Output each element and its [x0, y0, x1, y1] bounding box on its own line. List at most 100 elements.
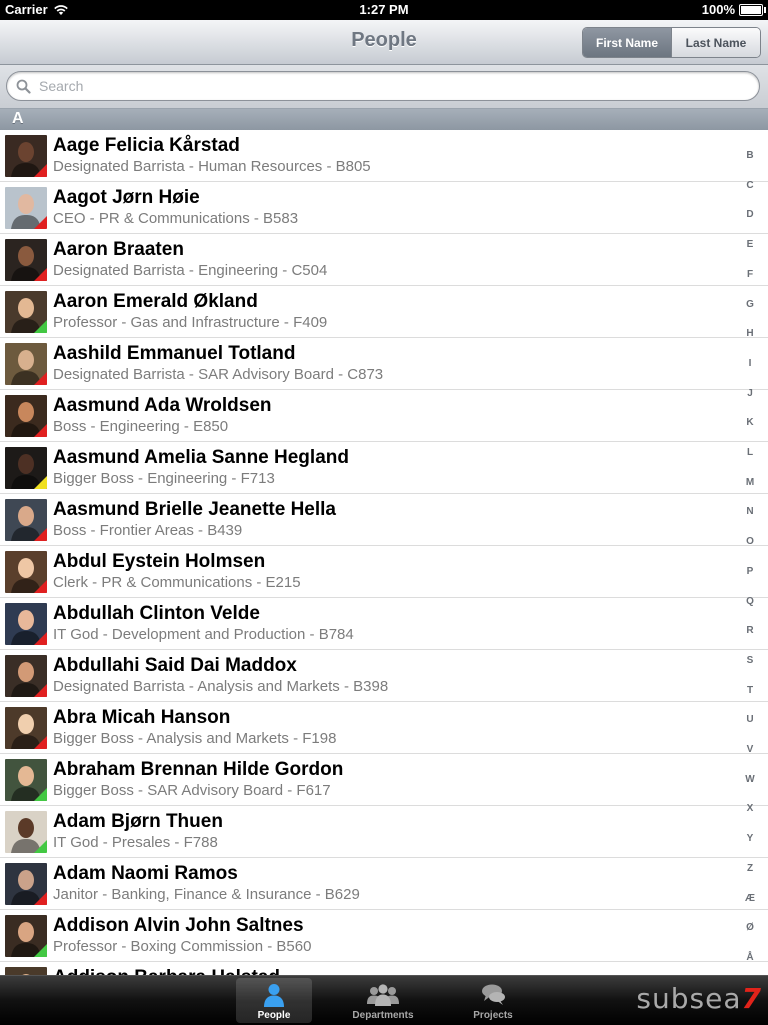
person-name: Aaron Braaten — [53, 239, 184, 260]
avatar — [5, 759, 47, 801]
tab-people[interactable]: People — [236, 978, 312, 1023]
person-detail: IT God - Presales - F788 — [53, 834, 218, 851]
avatar — [5, 967, 47, 975]
avatar — [5, 395, 47, 437]
person-row[interactable]: Aage Felicia Kårstad Designated Barrista … — [0, 130, 768, 182]
status-indicator — [34, 840, 47, 853]
person-name: Aage Felicia Kårstad — [53, 135, 240, 156]
index-letter[interactable]: C — [736, 180, 764, 191]
tab-projects[interactable]: Projects — [455, 978, 531, 1023]
person-row[interactable]: Adam Naomi Ramos Janitor - Banking, Finan… — [0, 858, 768, 910]
logo-number: 7 — [741, 982, 762, 1015]
avatar — [5, 811, 47, 853]
index-letter[interactable]: G — [736, 299, 764, 310]
status-indicator — [34, 372, 47, 385]
avatar — [5, 707, 47, 749]
person-detail: Boss - Frontier Areas - B439 — [53, 522, 243, 539]
person-row[interactable]: Addison Barbara Halstad — [0, 962, 768, 975]
tab-bar: People Departments Projects subsea7 — [0, 975, 768, 1025]
person-name: Adam Bjørn Thuen — [53, 811, 223, 832]
index-letter[interactable]: R — [736, 625, 764, 636]
person-name: Addison Alvin John Saltnes — [53, 915, 304, 936]
person-name: Abra Micah Hanson — [53, 707, 231, 728]
status-indicator — [34, 580, 47, 593]
person-name: Abdullah Clinton Velde — [53, 603, 260, 624]
person-row[interactable]: Aaron Braaten Designated Barrista - Engin… — [0, 234, 768, 286]
person-row[interactable]: Addison Alvin John Saltnes Professor - Bo… — [0, 910, 768, 962]
search-input[interactable] — [37, 77, 721, 95]
person-row[interactable]: Aasmund Amelia Sanne Hegland Bigger Boss … — [0, 442, 768, 494]
search-bar — [0, 65, 768, 109]
index-letter[interactable]: I — [736, 358, 764, 369]
tab-departments[interactable]: Departments — [345, 978, 421, 1023]
person-row[interactable]: Aasmund Ada Wroldsen Boss - Engineering -… — [0, 390, 768, 442]
index-letter[interactable]: Ø — [736, 922, 764, 933]
person-name: Abraham Brennan Hilde Gordon — [53, 759, 344, 780]
index-letter[interactable]: K — [736, 417, 764, 428]
index-letter[interactable]: Q — [736, 596, 764, 607]
index-letter[interactable]: V — [736, 744, 764, 755]
avatar — [5, 551, 47, 593]
status-indicator — [34, 788, 47, 801]
person-name: Aasmund Ada Wroldsen — [53, 395, 272, 416]
person-detail: Bigger Boss - Analysis and Markets - F19… — [53, 730, 337, 747]
avatar — [5, 135, 47, 177]
person-detail: Boss - Engineering - E850 — [53, 418, 229, 435]
index-letter[interactable]: T — [736, 685, 764, 696]
sort-last-name-button[interactable]: Last Name — [671, 28, 760, 57]
group-icon — [367, 984, 399, 1006]
avatar — [5, 187, 47, 229]
person-detail: IT God - Development and Production - B7… — [53, 626, 354, 643]
tab-departments-label: Departments — [352, 1010, 414, 1021]
index-letter[interactable]: N — [736, 506, 764, 517]
person-row[interactable]: Aasmund Brielle Jeanette Hella Boss - Fro… — [0, 494, 768, 546]
index-letter[interactable]: Z — [736, 863, 764, 874]
person-row[interactable]: Aaron Emerald Økland Professor - Gas and … — [0, 286, 768, 338]
person-row[interactable]: Abdul Eystein Holmsen Clerk - PR & Commun… — [0, 546, 768, 598]
index-letter[interactable]: Å — [736, 952, 764, 963]
status-indicator — [34, 424, 47, 437]
person-name: Adam Naomi Ramos — [53, 863, 238, 884]
person-icon — [264, 984, 284, 1007]
avatar — [5, 655, 47, 697]
index-letter[interactable]: J — [736, 388, 764, 399]
index-letter[interactable]: P — [736, 566, 764, 577]
index-letter[interactable]: X — [736, 803, 764, 814]
index-letter[interactable]: M — [736, 477, 764, 488]
sort-first-name-button[interactable]: First Name — [583, 28, 671, 57]
battery-icon — [739, 3, 766, 16]
index-letter[interactable]: H — [736, 328, 764, 339]
person-detail: Clerk - PR & Communications - E215 — [53, 574, 301, 591]
index-letter[interactable]: D — [736, 209, 764, 220]
index-letter[interactable]: F — [736, 269, 764, 280]
person-detail: Bigger Boss - Engineering - F713 — [53, 470, 275, 487]
tab-people-label: People — [257, 1010, 291, 1021]
person-row[interactable]: Abdullah Clinton Velde IT God - Developme… — [0, 598, 768, 650]
avatar — [5, 499, 47, 541]
person-detail: Designated Barrista - Analysis and Marke… — [53, 678, 389, 695]
index-letter[interactable]: W — [736, 774, 764, 785]
person-row[interactable]: Abraham Brennan Hilde Gordon Bigger Boss … — [0, 754, 768, 806]
index-letter[interactable]: L — [736, 447, 764, 458]
status-indicator — [34, 216, 47, 229]
person-name: Abdullahi Said Dai Maddox — [53, 655, 297, 676]
index-letter[interactable]: Æ — [736, 893, 764, 904]
section-letter: A — [12, 110, 24, 127]
index-letter[interactable]: U — [736, 714, 764, 725]
index-letter[interactable]: E — [736, 239, 764, 250]
person-row[interactable]: Aashild Emmanuel Totland Designated Barri… — [0, 338, 768, 390]
index-letter[interactable]: S — [736, 655, 764, 666]
index-letter[interactable]: Y — [736, 833, 764, 844]
person-row[interactable]: Aagot Jørn Høie CEO - PR & Communications… — [0, 182, 768, 234]
person-row[interactable]: Abdullahi Said Dai Maddox Designated Barr… — [0, 650, 768, 702]
battery-percent: 100% — [701, 2, 735, 17]
person-detail: CEO - PR & Communications - B583 — [53, 210, 299, 227]
person-detail: Designated Barrista - Human Resources - … — [53, 158, 371, 175]
person-row[interactable]: Abra Micah Hanson Bigger Boss - Analysis … — [0, 702, 768, 754]
index-letter[interactable]: O — [736, 536, 764, 547]
index-letter[interactable]: B — [736, 150, 764, 161]
alphabet-index[interactable]: B C D E F G H I J K L M N O P Q R S T U V W X Y Z Æ Ø Å — [736, 115, 764, 975]
search-field[interactable] — [6, 71, 760, 101]
person-name: Aasmund Brielle Jeanette Hella — [53, 499, 336, 520]
person-row[interactable]: Adam Bjørn Thuen IT God - Presales - F788 — [0, 806, 768, 858]
